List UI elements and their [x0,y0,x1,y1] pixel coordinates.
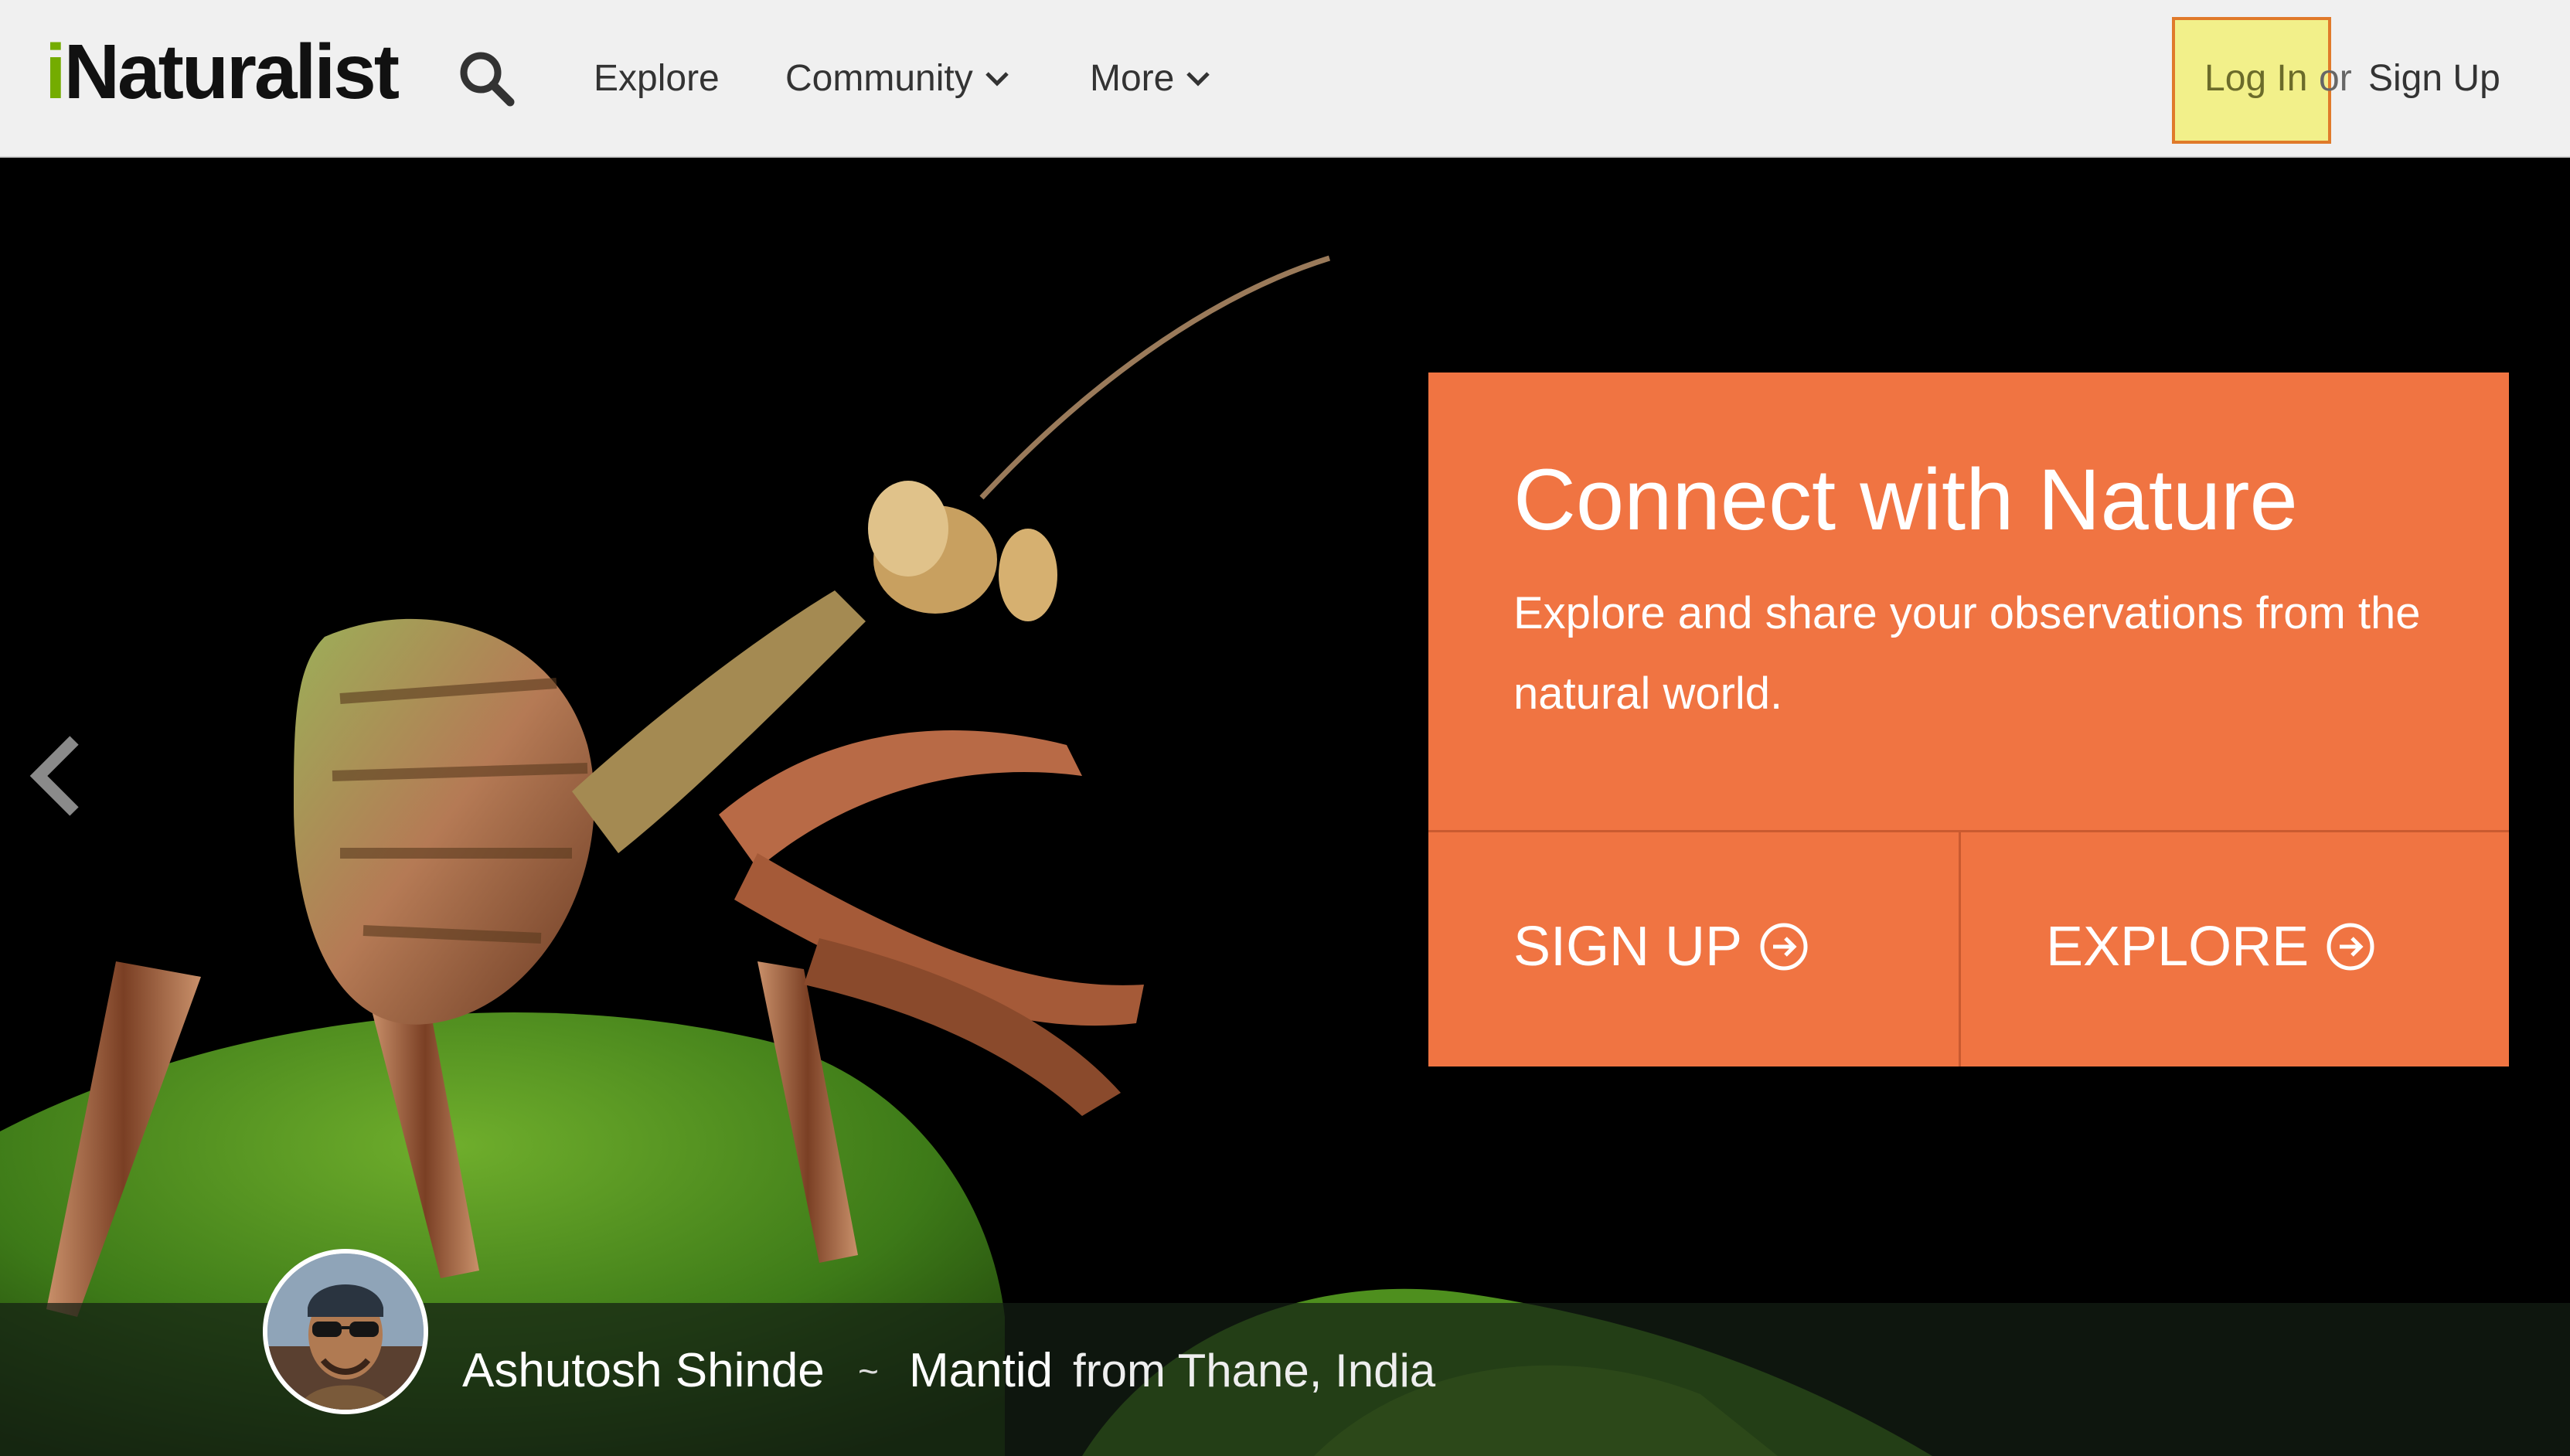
cta-signup-label: SIGN UP [1513,916,1743,978]
nav-more-label: More [1090,58,1175,99]
signup-link[interactable]: Sign Up [2368,48,2500,110]
chevron-down-icon [985,72,1009,87]
nav-explore-label: Explore [594,58,720,99]
cta-signup-button[interactable]: SIGN UP [1428,832,1959,1066]
search-button[interactable] [456,48,518,110]
observation-location: from Thane, India [1073,1345,1436,1396]
top-navbar: iNaturalist Explore Community More Log I… [0,0,2570,158]
nav-explore[interactable]: Explore [594,48,720,110]
nav-community-label: Community [785,58,973,99]
cta-explore-label: EXPLORE [2046,916,2310,978]
carousel-prev-button[interactable] [23,730,93,822]
nav-more-dropdown[interactable]: More [1090,48,1211,110]
species-link[interactable]: Mantid [909,1334,1053,1408]
cta-explore-content: EXPLORE [2046,910,2377,984]
auth-or-text: or [2319,58,2352,99]
search-icon [460,52,515,107]
arrow-circle-right-icon [1760,923,1808,971]
cta-signup-content: SIGN UP [1513,910,1810,984]
logo-wordmark: Naturalist [63,29,400,115]
chevron-down-icon [1186,72,1210,87]
cta-panel: Connect with Nature Explore and share yo… [1428,373,2509,1066]
observer-name-link[interactable]: Ashutosh Shinde [462,1334,825,1408]
login-link[interactable]: Log In [2204,48,2307,110]
chevron-left-icon [29,736,79,816]
inaturalist-logo[interactable]: iNaturalist [45,29,400,115]
logo-letter-i: i [45,29,66,115]
observer-avatar[interactable] [263,1249,428,1414]
cta-subtitle: Explore and share your observations from… [1513,588,2421,719]
hero-banner: Connect with Nature Explore and share yo… [0,158,2570,1456]
avatar-image [267,1254,424,1410]
cta-explore-button[interactable]: EXPLORE [1961,832,2509,1066]
cta-title: Connect with Nature [1513,451,2298,548]
arrow-circle-right-icon [2327,923,2374,971]
caption-separator: ~ [858,1351,879,1391]
nav-community-dropdown[interactable]: Community [785,48,1010,110]
